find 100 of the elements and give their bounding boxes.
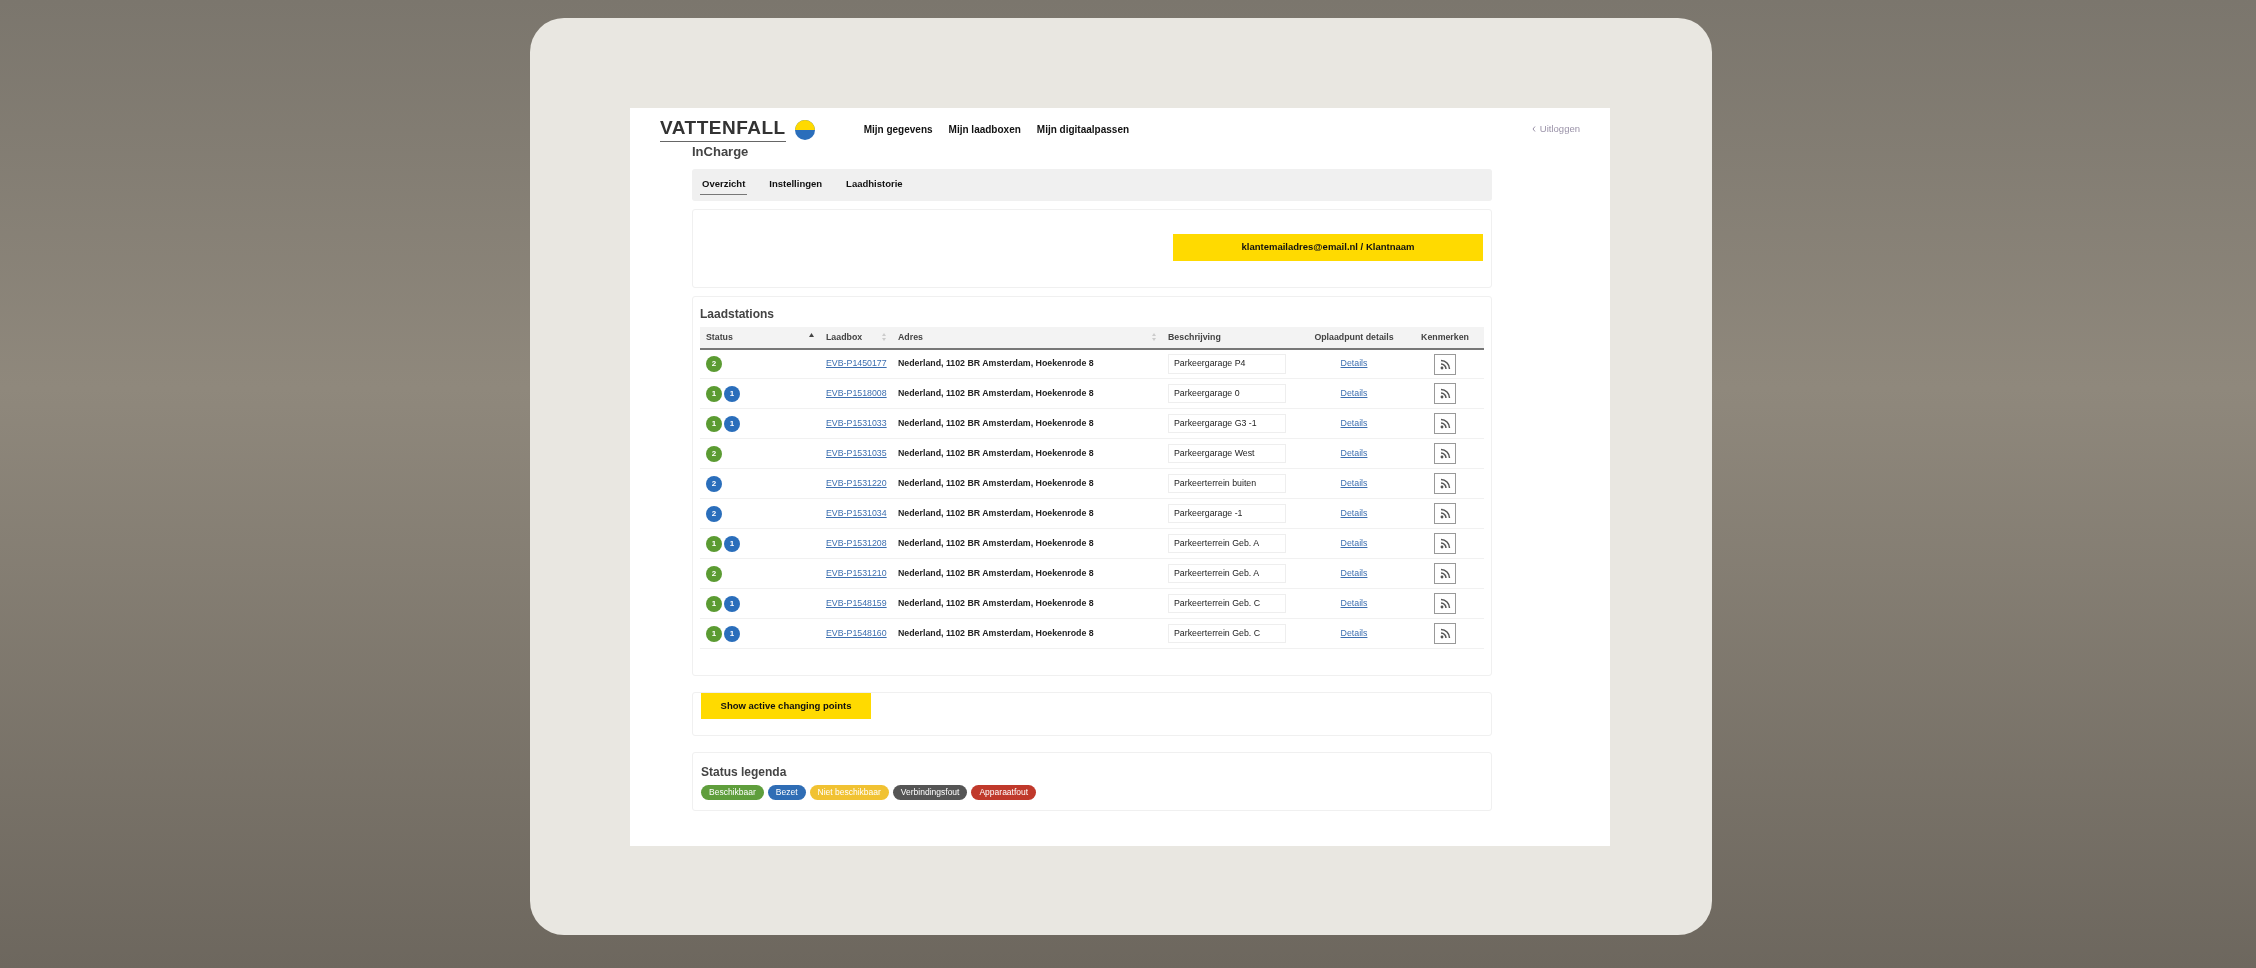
laadbox-link[interactable]: EVB-P1531210 (826, 568, 887, 579)
description-field[interactable]: Parkeerterrein Geb. C (1168, 594, 1286, 614)
address-text: Nederland, 1102 BR Amsterdam, Hoekenrode 8 (898, 388, 1094, 399)
status-legend-badge: Beschikbaar (701, 785, 764, 801)
nav-link[interactable]: Mijn digitaalpassen (1036, 122, 1130, 137)
description-field[interactable]: Parkeerterrein buiten (1168, 474, 1286, 494)
status-count-badge: 2 (706, 505, 722, 522)
status-count-badge: 2 (706, 565, 722, 582)
feature-button[interactable] (1434, 353, 1456, 375)
address-text: Nederland, 1102 BR Amsterdam, Hoekenrode 8 (898, 628, 1094, 639)
feature-button[interactable] (1434, 593, 1456, 615)
description-field[interactable]: Parkeerterrein Geb. A (1168, 564, 1286, 584)
details-link[interactable]: Details (1340, 418, 1368, 429)
rss-icon (1439, 478, 1451, 490)
address-text: Nederland, 1102 BR Amsterdam, Hoekenrode 8 (898, 418, 1094, 429)
laadbox-link[interactable]: EVB-P1531033 (826, 418, 887, 429)
address-text: Nederland, 1102 BR Amsterdam, Hoekenrode 8 (898, 448, 1094, 459)
laadbox-link[interactable]: EVB-P1450177 (826, 358, 887, 369)
feature-button[interactable] (1434, 503, 1456, 525)
description-field[interactable]: Parkeergarage 0 (1168, 384, 1286, 404)
status-legend-badge: Verbindingsfout (892, 785, 968, 801)
rss-icon (1439, 538, 1451, 550)
details-link[interactable]: Details (1340, 448, 1368, 459)
feature-button[interactable] (1434, 623, 1456, 645)
column-header: Status (706, 331, 733, 342)
address-text: Nederland, 1102 BR Amsterdam, Hoekenrode 8 (898, 538, 1094, 549)
nav-link[interactable]: Mijn laadboxen (948, 122, 1021, 137)
details-link[interactable]: Details (1340, 598, 1368, 609)
laadbox-link[interactable]: EVB-P1518008 (826, 388, 887, 399)
description-field[interactable]: Parkeergarage P4 (1168, 354, 1286, 374)
product-title: InCharge (692, 142, 750, 161)
status-count-badge: 2 (706, 475, 722, 492)
chevron-icon (1531, 126, 1536, 133)
description-field[interactable]: Parkeerterrein Geb. A (1168, 534, 1286, 554)
status-count-badge: 1 (724, 385, 740, 402)
description-field[interactable]: Parkeergarage West (1168, 444, 1286, 464)
brand-logo-text: VATTENFALL (660, 118, 786, 142)
status-legend-badge: Niet beschikbaar (809, 785, 889, 801)
show-active-button[interactable]: Show active changing points (701, 693, 871, 720)
tab[interactable]: Instellingen (767, 175, 825, 195)
description-field[interactable]: Parkeerterrein Geb. C (1168, 624, 1286, 644)
status-count-badge: 1 (724, 415, 740, 432)
status-count-badge: 2 (706, 445, 722, 462)
laadbox-link[interactable]: EVB-P1548160 (826, 628, 887, 639)
details-link[interactable]: Details (1340, 508, 1368, 519)
rss-icon (1439, 598, 1451, 610)
description-field[interactable]: Parkeergarage -1 (1168, 504, 1286, 524)
tab[interactable]: Overzicht (700, 175, 748, 195)
status-count-badge: 1 (724, 595, 740, 612)
sort-ascending-icon[interactable] (809, 332, 814, 337)
feature-button[interactable] (1434, 473, 1456, 495)
rss-icon (1439, 448, 1451, 460)
nav-link[interactable]: Mijn gegevens (863, 122, 933, 137)
status-count-badge: 1 (706, 535, 722, 552)
status-legend-badge: Apparaatfout (971, 785, 1037, 801)
rss-icon (1439, 388, 1451, 400)
status-count-badge: 2 (706, 356, 722, 373)
laadbox-link[interactable]: EVB-P1531034 (826, 508, 887, 519)
status-count-badge: 1 (724, 625, 740, 642)
feature-button[interactable] (1434, 413, 1456, 435)
feature-button[interactable] (1434, 443, 1456, 465)
rss-icon (1439, 568, 1451, 580)
description-field[interactable]: Parkeergarage G3 -1 (1168, 414, 1286, 434)
column-header: Oplaadpunt details (1314, 331, 1394, 342)
rss-icon (1439, 508, 1451, 520)
details-link[interactable]: Details (1340, 358, 1368, 369)
details-link[interactable]: Details (1340, 568, 1368, 579)
status-count-badge: 1 (706, 595, 722, 612)
details-link[interactable]: Details (1340, 478, 1368, 489)
details-link[interactable]: Details (1340, 538, 1368, 549)
address-text: Nederland, 1102 BR Amsterdam, Hoekenrode 8 (898, 508, 1094, 519)
address-text: Nederland, 1102 BR Amsterdam, Hoekenrode 8 (898, 598, 1094, 609)
feature-button[interactable] (1434, 533, 1456, 555)
column-header: Kenmerken (1421, 331, 1469, 342)
column-header: Adres (898, 331, 923, 342)
address-text: Nederland, 1102 BR Amsterdam, Hoekenrode 8 (898, 358, 1094, 369)
panel-title: Status legenda (701, 764, 788, 782)
feature-button[interactable] (1434, 563, 1456, 585)
column-header: Beschrijving (1168, 331, 1221, 342)
column-header: Laadbox (826, 331, 863, 342)
address-text: Nederland, 1102 BR Amsterdam, Hoekenrode 8 (898, 568, 1094, 579)
rss-icon (1439, 418, 1451, 430)
laadbox-link[interactable]: EVB-P1531035 (826, 448, 887, 459)
status-legend-badge: Bezet (767, 785, 806, 801)
logout-link[interactable]: Uitloggen (1539, 122, 1580, 137)
rss-icon (1439, 628, 1451, 640)
laadbox-link[interactable]: EVB-P1531220 (826, 478, 887, 489)
laadbox-link[interactable]: EVB-P1531208 (826, 538, 887, 549)
details-link[interactable]: Details (1340, 388, 1368, 399)
account-button[interactable]: klantemailadres@email.nl / Klantnaam (1173, 233, 1483, 261)
status-count-badge: 1 (706, 415, 722, 432)
laadbox-link[interactable]: EVB-P1548159 (826, 598, 887, 609)
rss-icon (1439, 358, 1451, 370)
logo-circle-icon (793, 118, 816, 141)
tab[interactable]: Laadhistorie (844, 175, 905, 195)
address-text: Nederland, 1102 BR Amsterdam, Hoekenrode 8 (898, 478, 1094, 489)
status-count-badge: 1 (706, 385, 722, 402)
feature-button[interactable] (1434, 383, 1456, 405)
status-count-badge: 1 (724, 535, 740, 552)
details-link[interactable]: Details (1340, 628, 1368, 639)
